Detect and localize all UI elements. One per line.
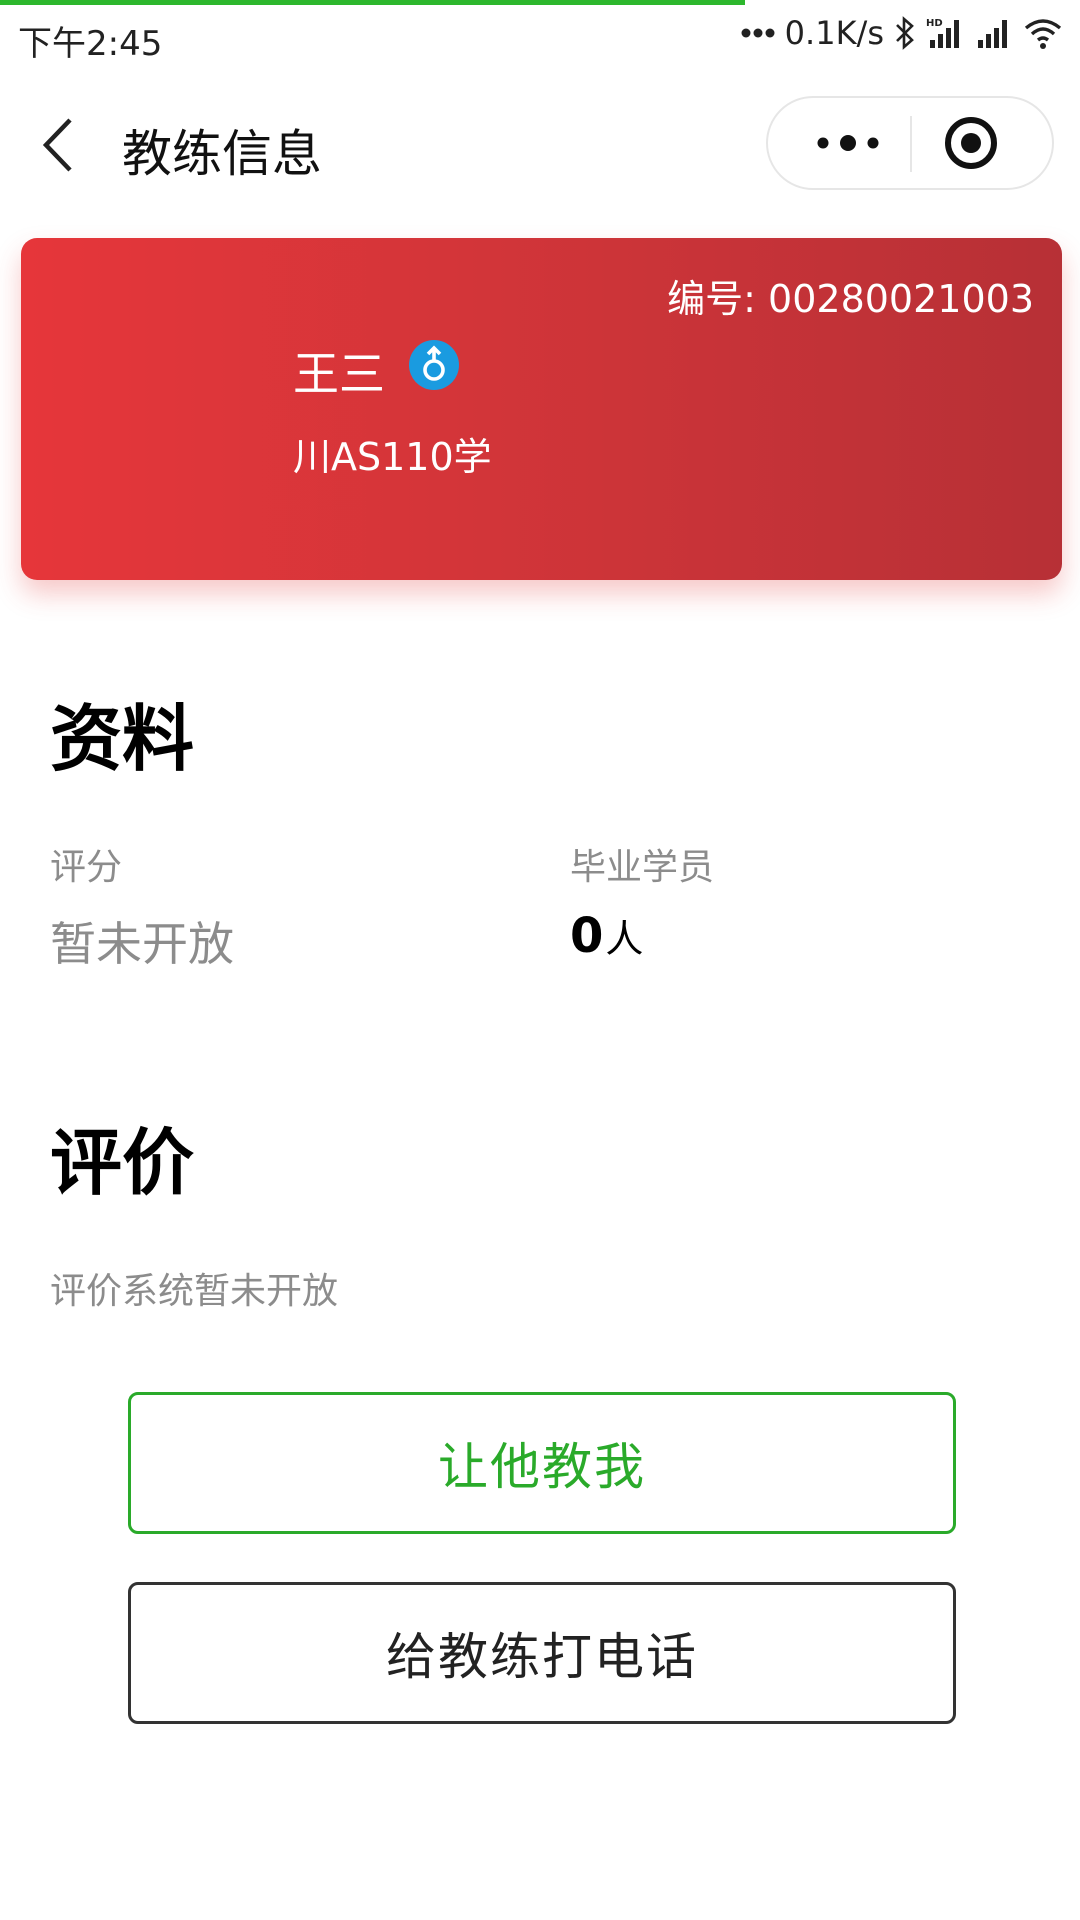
nav-bar: 教练信息 [0,90,1080,200]
net-speed: 0.1K/s [784,14,884,52]
chevron-left-icon [42,118,72,172]
coach-plate: 川AS110学 [293,435,492,479]
graduates-label: 毕业学员 [570,847,715,888]
reviews-section-title: 评价 [50,1121,195,1205]
more-dots-icon [741,27,775,39]
target-close-icon [945,117,997,169]
menu-capsule [766,96,1054,190]
coach-card: 编号: 00280021003 王三 川AS110学 [21,238,1062,580]
male-gender-icon [409,340,459,390]
hd-label: HD [926,18,943,29]
call-coach-button[interactable]: 给教练打电话 [128,1582,956,1724]
reviews-empty-text: 评价系统暂未开放 [50,1271,339,1312]
back-button[interactable] [30,112,90,178]
more-icon [817,135,879,151]
status-time: 下午2:45 [18,24,163,64]
wifi-icon [1024,16,1062,50]
signal-icon [976,16,1014,50]
profile-section-title: 资料 [50,697,195,781]
rating-value: 暂未开放 [50,917,234,971]
graduates-count: 0 [570,908,604,964]
signal-hd-icon: HD [926,16,966,50]
coach-id-separator: : [743,277,769,321]
coach-id: 编号: 00280021003 [667,268,1034,323]
more-button[interactable] [788,98,908,188]
graduates-unit: 人 [605,917,644,961]
coach-name: 王三 [293,347,385,401]
coach-id-value: 00280021003 [768,277,1034,321]
bluetooth-icon [894,16,916,50]
capsule-divider [910,116,912,172]
graduates-value: 0人 [570,908,643,964]
rating-label: 评分 [50,847,123,888]
status-icons: 0.1K/s HD [741,14,1062,52]
teach-me-button[interactable]: 让他教我 [128,1392,956,1534]
status-bar: 下午2:45 0.1K/s HD [0,0,1080,75]
coach-id-label: 编号 [667,277,744,321]
close-miniprogram-button[interactable] [938,110,1004,176]
page-title: 教练信息 [122,125,322,183]
